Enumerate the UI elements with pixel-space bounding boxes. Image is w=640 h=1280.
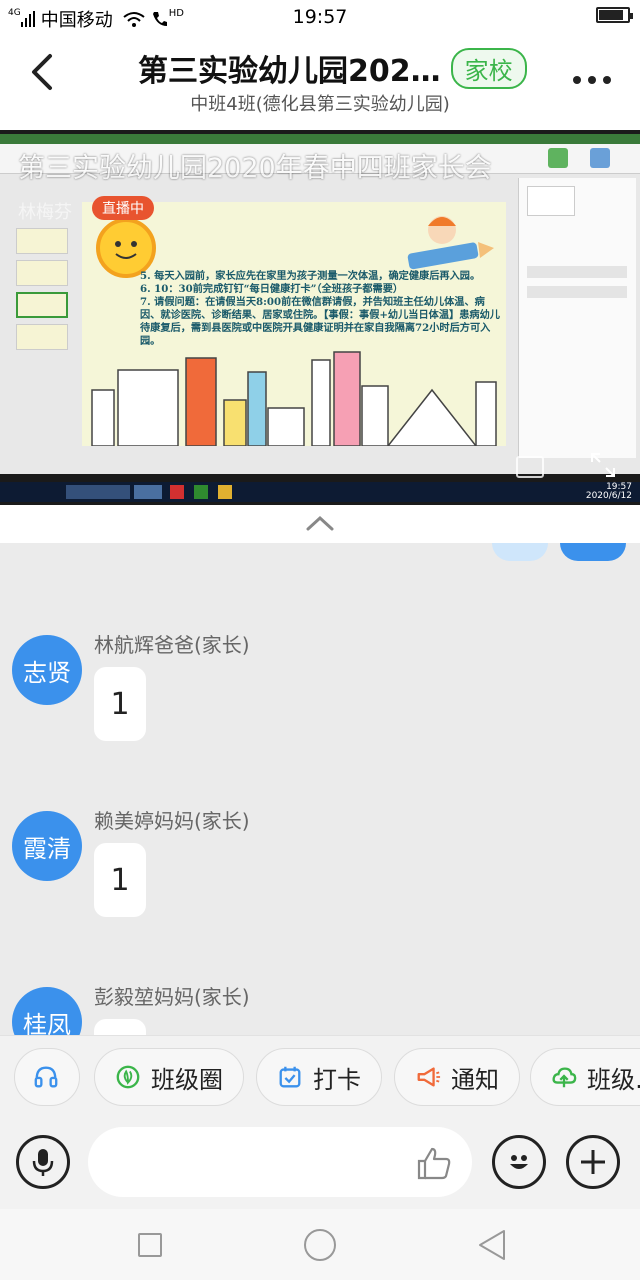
slide-thumb xyxy=(16,228,68,254)
more-icon xyxy=(573,76,611,84)
notice-button[interactable]: 通知 xyxy=(394,1048,520,1106)
class-cloud-label: 班级… xyxy=(587,1065,640,1094)
pencil-boy-illustration xyxy=(407,216,494,270)
message-bubble[interactable]: 1 xyxy=(94,667,146,741)
fullscreen-icon[interactable] xyxy=(590,452,616,478)
class-circle-icon xyxy=(115,1064,141,1090)
more-button[interactable] xyxy=(572,58,612,93)
voice-input-button[interactable] xyxy=(16,1135,70,1189)
slide-thumb xyxy=(16,324,68,350)
status-time: 19:57 xyxy=(292,6,348,28)
slide-body-text: 5. 每天入园前，家长应先在家里为孩子测量一次体温，确定健康后再入园。 6. 1… xyxy=(140,270,500,347)
group-subtitle: 中班4班(德化县第三实验幼儿园) xyxy=(190,94,450,115)
message-bubble-partial xyxy=(492,543,548,561)
windows-taskbar: 19:57 2020/6/12 xyxy=(0,482,640,502)
cloud-icon xyxy=(551,1064,577,1090)
sender-name: 林航辉爸爸(家长) xyxy=(94,633,250,657)
live-video-player[interactable]: 5. 每天入园前，家长应先在家里为孩子测量一次体温，确定健康后再入园。 6. 1… xyxy=(0,130,640,505)
slide-thumb-selected xyxy=(16,292,68,318)
thumbs-up-icon[interactable] xyxy=(416,1145,452,1181)
chat-message-list[interactable]: 志贤 林航辉爸爸(家长) 1 霞清 赖美婷妈妈(家长) 1 桂凤 彭毅堃妈妈(家… xyxy=(0,543,640,1035)
live-status-badge: 直播中 xyxy=(92,196,154,220)
home-button[interactable] xyxy=(304,1229,336,1261)
customer-service-button[interactable] xyxy=(14,1048,80,1106)
status-bar: 4G 中国移动 HD 19:57 xyxy=(0,0,640,34)
avatar[interactable]: 霞清 xyxy=(12,811,82,881)
picture-in-picture-icon[interactable] xyxy=(516,456,544,478)
add-more-button[interactable] xyxy=(566,1135,620,1189)
status-right xyxy=(596,7,633,23)
system-nav-bar xyxy=(0,1209,640,1280)
emoji-button[interactable] xyxy=(492,1135,546,1189)
checkin-icon xyxy=(277,1064,303,1090)
slide-thumbnails xyxy=(6,228,68,468)
sun-illustration xyxy=(96,218,156,278)
screen-share-content: 5. 每天入园前，家长应先在家里为孩子测量一次体温，确定健康后再入园。 6. 1… xyxy=(0,134,640,502)
buildings-illustration xyxy=(91,351,497,446)
group-title[interactable]: 第三实验幼儿园202… xyxy=(138,46,441,90)
battery-icon xyxy=(596,7,633,23)
class-cloud-button[interactable]: 班级… xyxy=(530,1048,640,1106)
live-overlay-title: 第三实验幼儿园2020年春中四班家长会 xyxy=(18,153,492,184)
message-bubble[interactable]: 1 xyxy=(94,843,146,917)
message-bubble[interactable] xyxy=(94,1019,146,1035)
back-arrow-icon xyxy=(32,54,52,90)
plus-icon xyxy=(581,1150,605,1174)
class-circle-label: 班级圈 xyxy=(151,1065,223,1094)
taskbar-clock: 19:57 2020/6/12 xyxy=(585,482,632,501)
ppt-properties-pane xyxy=(518,178,636,458)
title-row: 第三实验幼儿园202… 家校 xyxy=(138,46,527,90)
checkin-label: 打卡 xyxy=(313,1065,361,1094)
megaphone-icon xyxy=(415,1064,441,1090)
quick-action-bar: 班级圈 打卡 通知 班级… xyxy=(0,1035,640,1117)
back-nav-button[interactable] xyxy=(478,1229,506,1261)
checkin-button[interactable]: 打卡 xyxy=(256,1048,382,1106)
presentation-slide: 5. 每天入园前，家长应先在家里为孩子测量一次体温，确定健康后再入园。 6. 1… xyxy=(82,202,506,446)
microphone-icon xyxy=(32,1149,54,1176)
sender-name: 赖美婷妈妈(家长) xyxy=(94,809,250,833)
emoji-icon xyxy=(510,1155,528,1169)
notice-label: 通知 xyxy=(451,1065,499,1094)
class-circle-button[interactable]: 班级圈 xyxy=(94,1048,244,1106)
message-input[interactable] xyxy=(88,1127,472,1197)
recent-apps-button[interactable] xyxy=(138,1233,162,1257)
live-host-name: 林梅芬 xyxy=(18,202,72,223)
avatar[interactable]: 桂凤 xyxy=(12,987,82,1035)
group-type-badge: 家校 xyxy=(450,47,527,89)
avatar-partial xyxy=(560,543,626,561)
sender-name: 彭毅堃妈妈(家长) xyxy=(94,985,250,1009)
collapse-video-button[interactable] xyxy=(0,505,640,543)
avatar[interactable]: 志贤 xyxy=(12,635,82,705)
message-input-bar xyxy=(0,1117,640,1209)
chat-header: 第三实验幼儿园202… 家校 中班4班(德化县第三实验幼儿园) xyxy=(0,34,640,130)
slide-thumb xyxy=(16,260,68,286)
headset-icon xyxy=(33,1064,59,1090)
chevron-up-icon xyxy=(306,515,334,531)
